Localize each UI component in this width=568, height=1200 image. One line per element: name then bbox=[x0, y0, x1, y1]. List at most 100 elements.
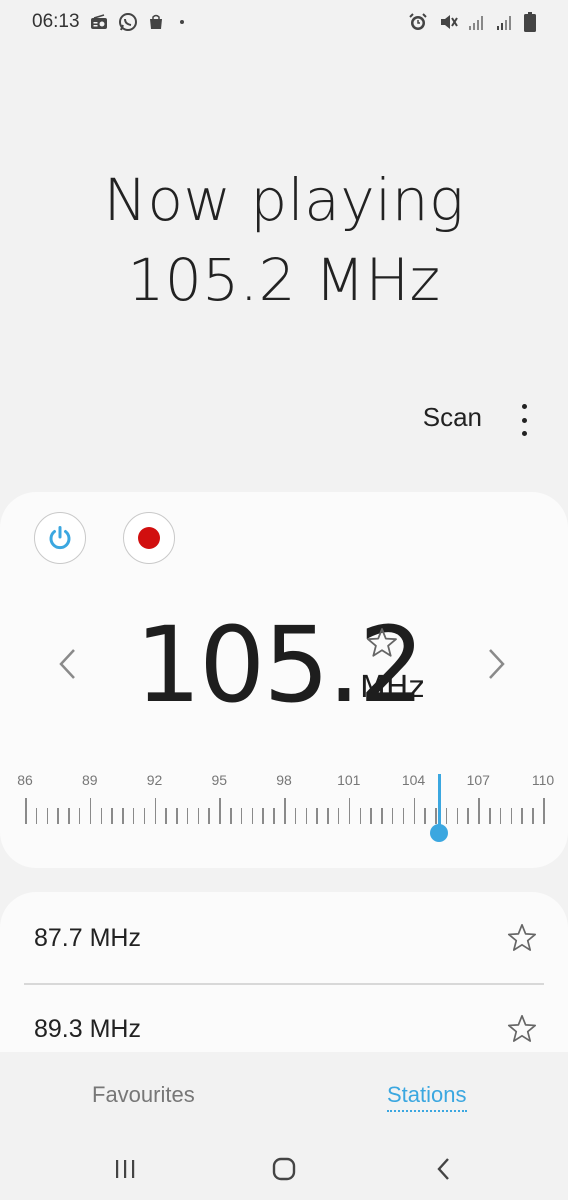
dial-major-tick bbox=[478, 798, 480, 824]
dial-minor-tick bbox=[143, 808, 146, 824]
more-options-icon[interactable] bbox=[512, 404, 536, 436]
signal-icon bbox=[468, 13, 486, 31]
dial-minor-tick bbox=[230, 808, 232, 824]
dial-minor-tick bbox=[445, 808, 448, 824]
radio-icon bbox=[90, 14, 108, 30]
dial-label: 95 bbox=[211, 772, 228, 788]
star-icon[interactable] bbox=[506, 1013, 538, 1045]
station-frequency: 87.7 MHz bbox=[34, 924, 141, 952]
dial-needle[interactable] bbox=[437, 774, 441, 830]
back-icon[interactable] bbox=[429, 1154, 459, 1184]
dial-minor-tick bbox=[424, 808, 426, 824]
dial-minor-tick bbox=[402, 808, 405, 824]
previous-station-icon[interactable] bbox=[52, 644, 82, 684]
now-playing-title: Now playing bbox=[103, 166, 465, 234]
dial-label: 101 bbox=[337, 772, 361, 788]
dial-label: 98 bbox=[276, 772, 292, 788]
dial-minor-tick bbox=[337, 808, 340, 824]
status-bar-left: 06:13 bbox=[32, 11, 184, 33]
power-button[interactable] bbox=[34, 512, 86, 564]
dial-minor-tick bbox=[100, 808, 103, 824]
dial-major-tick bbox=[413, 798, 415, 824]
bottom-tabs: Favourites Stations bbox=[0, 1052, 568, 1134]
list-item[interactable]: 87.7 MHz bbox=[0, 892, 568, 984]
dial-minor-tick bbox=[305, 808, 308, 824]
dial-minor-tick bbox=[262, 808, 264, 824]
dial-minor-tick bbox=[35, 808, 38, 824]
power-icon bbox=[49, 526, 71, 550]
status-bar: 06:13 bbox=[0, 0, 568, 44]
dial-minor-tick bbox=[122, 808, 124, 824]
dial-minor-tick bbox=[499, 808, 502, 824]
dial-label: 86 bbox=[17, 772, 33, 788]
bag-icon bbox=[148, 14, 164, 30]
home-icon[interactable] bbox=[269, 1154, 299, 1184]
tab-favourites[interactable]: Favourites bbox=[92, 1082, 195, 1108]
dial-minor-tick bbox=[316, 808, 318, 824]
dial-label: 107 bbox=[466, 772, 490, 788]
alarm-icon bbox=[408, 12, 428, 32]
dial-minor-tick bbox=[532, 808, 534, 824]
dial-minor-tick bbox=[521, 808, 523, 824]
tab-stations[interactable]: Stations bbox=[387, 1082, 467, 1112]
dial-minor-tick bbox=[46, 808, 49, 824]
dial-minor-tick bbox=[327, 808, 329, 824]
dial-minor-tick bbox=[381, 808, 383, 824]
station-frequency: 89.3 MHz bbox=[34, 1015, 141, 1043]
navigation-bar bbox=[0, 1134, 568, 1200]
recent-apps-icon[interactable] bbox=[110, 1154, 140, 1184]
dial-minor-tick bbox=[435, 808, 437, 824]
battery-icon bbox=[524, 12, 536, 32]
more-notifications-dot bbox=[179, 20, 184, 24]
dial-minor-tick bbox=[456, 808, 459, 824]
dial-major-tick bbox=[543, 798, 545, 824]
signal-icon bbox=[496, 13, 514, 31]
dial-minor-tick bbox=[240, 808, 243, 824]
dial-minor-tick bbox=[197, 808, 200, 824]
scan-button[interactable]: Scan bbox=[423, 402, 482, 433]
dial-minor-tick bbox=[57, 808, 59, 824]
dial-minor-tick bbox=[251, 808, 254, 824]
dial-major-tick bbox=[348, 798, 351, 824]
dial-major-tick bbox=[154, 798, 156, 824]
dial-minor-tick bbox=[132, 808, 135, 824]
status-bar-right bbox=[408, 12, 536, 32]
star-icon[interactable] bbox=[506, 922, 538, 954]
now-playing-header: Now playing 105.2 MHz bbox=[0, 160, 568, 320]
dial-label: 89 bbox=[81, 772, 98, 788]
record-button[interactable] bbox=[123, 512, 175, 564]
record-icon bbox=[138, 527, 160, 549]
dial-label: 104 bbox=[401, 772, 426, 788]
toolbar: Scan bbox=[0, 398, 568, 442]
status-time: 06:13 bbox=[32, 11, 80, 32]
dial-needle-knob[interactable] bbox=[430, 824, 449, 842]
dial-major-tick bbox=[284, 798, 286, 824]
dial-minor-tick bbox=[370, 808, 372, 824]
dial-label: 92 bbox=[146, 772, 163, 788]
dial-minor-tick bbox=[111, 808, 113, 824]
dial-minor-tick bbox=[78, 808, 81, 824]
dial-label: 110 bbox=[531, 772, 555, 788]
dial-minor-tick bbox=[176, 808, 178, 824]
dial-minor-tick bbox=[510, 808, 513, 824]
frequency-unit: MHz bbox=[360, 670, 425, 705]
dial-minor-tick bbox=[391, 808, 394, 824]
dial-minor-tick bbox=[359, 808, 362, 824]
tuning-dial[interactable]: 86 89 92 95 98 101 104 107 110 bbox=[0, 762, 568, 852]
dial-major-tick bbox=[25, 798, 27, 824]
dial-minor-tick bbox=[208, 808, 210, 824]
favourite-star-icon[interactable] bbox=[365, 626, 399, 660]
dial-minor-tick bbox=[186, 808, 189, 824]
whatsapp-icon bbox=[118, 12, 138, 32]
dial-minor-tick bbox=[294, 808, 297, 824]
mute-icon bbox=[438, 12, 458, 32]
dial-major-tick bbox=[89, 798, 92, 824]
dial-major-tick bbox=[219, 798, 221, 824]
station-list: 87.7 MHz 89.3 MHz bbox=[0, 892, 568, 1052]
list-item[interactable]: 89.3 MHz bbox=[0, 985, 568, 1052]
dial-minor-tick bbox=[467, 808, 469, 824]
tuner-card: 105.2 MHz 86 89 92 95 98 101 104 107 110 bbox=[0, 492, 568, 868]
dial-minor-tick bbox=[273, 808, 275, 824]
next-station-icon[interactable] bbox=[482, 644, 512, 684]
dial-minor-tick bbox=[489, 808, 491, 824]
